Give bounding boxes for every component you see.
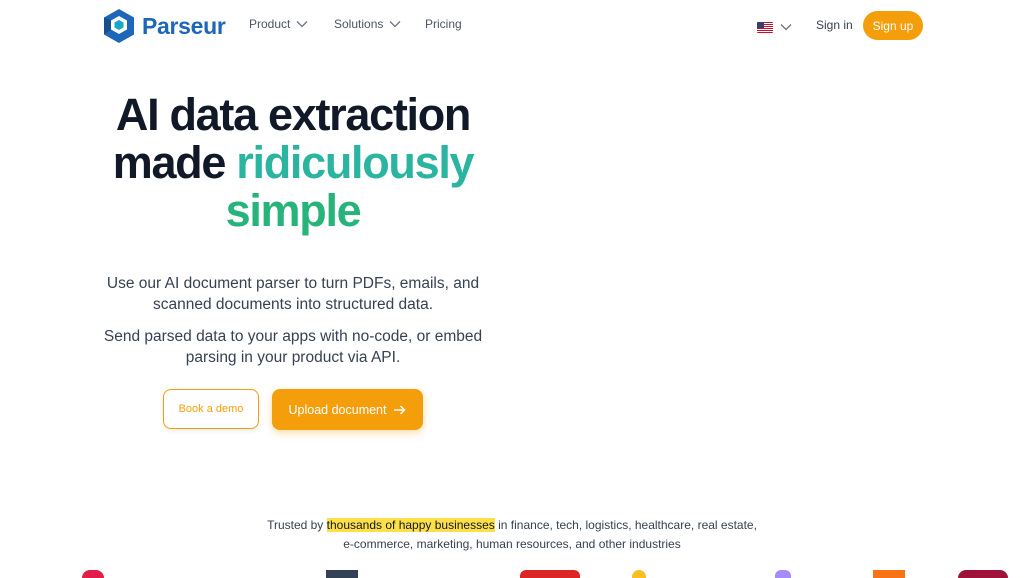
chevron-down-icon: [296, 17, 308, 31]
brand-name: Parseur: [142, 12, 226, 39]
hero-subtitle-api: Send parsed data to your apps with no-co…: [103, 328, 483, 366]
book-demo-label: Book a demo: [178, 403, 244, 415]
upload-document-label: Upload document: [288, 402, 387, 417]
customer-logos-strip: [0, 566, 1024, 578]
customer-logo-icon: [632, 570, 646, 578]
trusted-by-text: Trusted by thousands of happy businesses…: [262, 516, 762, 554]
customer-logo-icon: [520, 570, 580, 578]
language-selector[interactable]: [757, 18, 792, 36]
nav-product[interactable]: Product: [249, 17, 308, 31]
customer-logo-icon: [82, 570, 104, 578]
customer-logo-icon: [958, 570, 1008, 578]
customer-logo-icon: [873, 570, 905, 578]
nav-pricing-label: Pricing: [425, 17, 462, 31]
trusted-highlight: thousands of happy businesses: [326, 518, 495, 532]
nav-solutions-label: Solutions: [334, 17, 384, 31]
hero-title-line1: AI data extraction: [115, 89, 472, 140]
hero-title: AI data extraction made ridiculously sim…: [92, 91, 494, 235]
book-demo-button[interactable]: Book a demo: [163, 389, 259, 429]
trusted-prefix: Trusted by: [267, 518, 324, 532]
hero-title-accent-simple: simple: [225, 185, 362, 236]
chevron-down-icon: [389, 17, 401, 31]
customer-logo-icon: [775, 570, 791, 578]
nav-solutions[interactable]: Solutions: [334, 17, 401, 31]
brand-logo-link[interactable]: Parseur: [102, 8, 226, 44]
sign-in-link[interactable]: Sign in: [816, 18, 853, 32]
hero-title-accent-ridiculously: ridiculously: [236, 137, 474, 188]
sign-up-button[interactable]: Sign up: [863, 11, 923, 40]
arrow-right-icon: [393, 402, 406, 418]
customer-logo-icon: [326, 570, 358, 578]
parseur-logo-icon: [102, 8, 136, 44]
nav-product-label: Product: [249, 17, 291, 31]
hero-subtitle-parser: Use our AI document parser to turn PDFs,…: [106, 275, 480, 313]
hero-title-made: made: [112, 137, 227, 188]
upload-document-button[interactable]: Upload document: [272, 389, 423, 430]
nav-pricing[interactable]: Pricing: [425, 17, 462, 31]
chevron-down-icon: [780, 18, 792, 36]
us-flag-icon: [757, 21, 773, 33]
top-navigation: Parseur Product Solutions Pricing Sign i…: [0, 0, 1024, 52]
